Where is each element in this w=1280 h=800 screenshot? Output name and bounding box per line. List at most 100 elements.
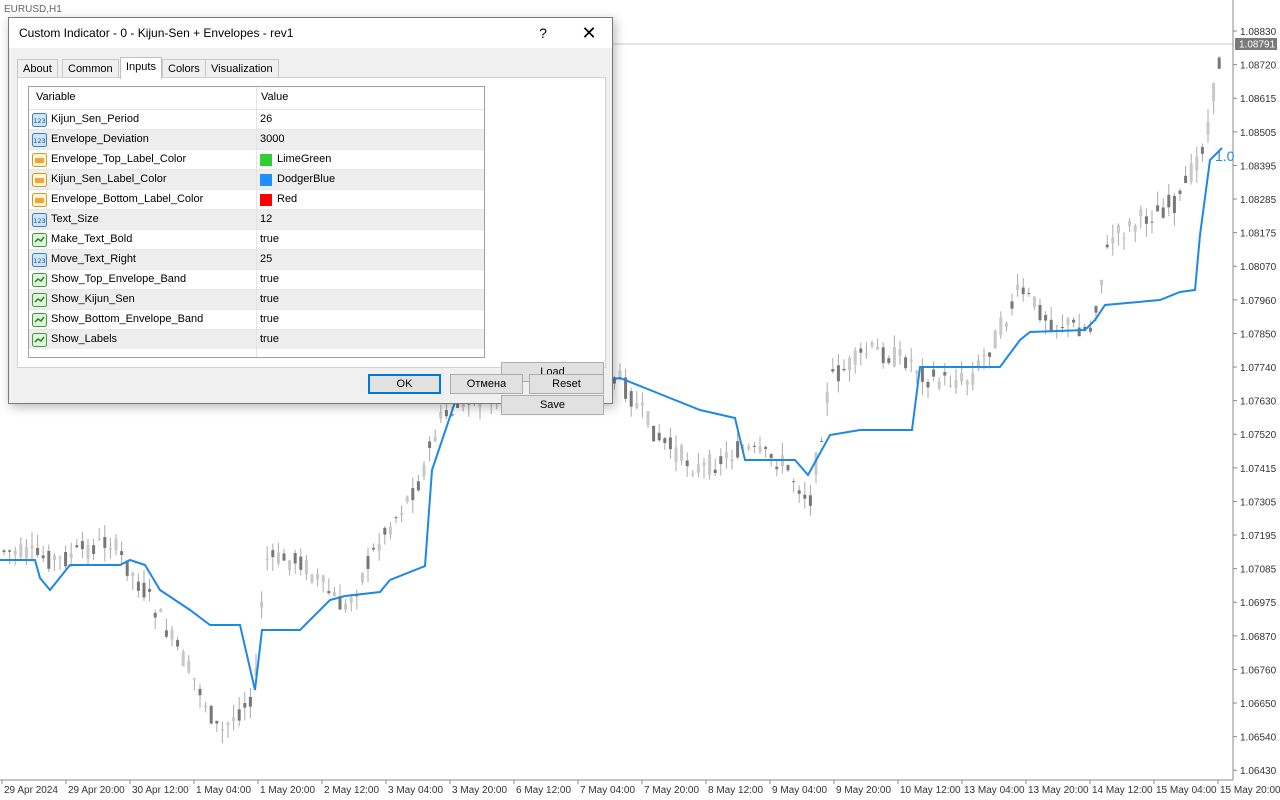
price-tick-label: 1.07740 xyxy=(1240,363,1277,374)
candle-body xyxy=(282,553,286,561)
candle-body xyxy=(1038,304,1042,321)
candle-body xyxy=(1021,287,1025,295)
candle-body xyxy=(383,527,387,535)
candle-body xyxy=(881,347,885,364)
variable-value[interactable]: true xyxy=(260,273,279,285)
candle-body xyxy=(13,550,17,555)
candle-body xyxy=(1195,156,1199,171)
variable-name: Kijun_Sen_Period xyxy=(51,113,140,125)
variable-name: Envelope_Deviation xyxy=(51,133,149,145)
tab-inputs[interactable]: Inputs xyxy=(120,57,162,79)
candle-body xyxy=(1111,237,1115,244)
tab-common[interactable]: Common xyxy=(62,59,119,79)
candle-body xyxy=(764,446,768,449)
variable-value[interactable]: 25 xyxy=(260,253,272,265)
time-tick-label: 29 Apr 2024 xyxy=(4,785,58,796)
variable-value[interactable]: DodgerBlue xyxy=(277,173,335,185)
candle-body xyxy=(1066,318,1070,325)
variable-value[interactable]: 12 xyxy=(260,213,272,225)
dialog-title-bar[interactable]: Custom Indicator - 0 - Kijun-Sen + Envel… xyxy=(9,18,612,48)
tab-colors[interactable]: Colors xyxy=(162,59,206,79)
close-button[interactable]: ✕ xyxy=(566,18,612,48)
cancel-button[interactable]: Отмена xyxy=(450,374,523,394)
price-tick-label: 1.06650 xyxy=(1240,699,1277,710)
save-button[interactable]: Save xyxy=(501,395,604,415)
candle-body xyxy=(86,544,90,559)
candle-body xyxy=(747,446,751,450)
column-separator[interactable] xyxy=(256,87,257,357)
inputs-panel: Variable Value 123 Kijun_Sen_Period 26 123 E… xyxy=(17,77,606,415)
int-icon: 123 xyxy=(32,213,47,227)
variable-value[interactable]: true xyxy=(260,313,279,325)
price-tick-label: 1.08070 xyxy=(1240,262,1277,273)
candle-body xyxy=(870,342,874,346)
candle-body xyxy=(680,445,684,461)
candle-body xyxy=(58,556,62,558)
candle-body xyxy=(332,592,336,597)
bool-icon xyxy=(32,233,47,247)
variable-value[interactable]: 3000 xyxy=(260,133,284,145)
time-tick-label: 15 May 04:00 xyxy=(1156,785,1217,796)
tab-about[interactable]: About xyxy=(17,59,58,79)
variable-value[interactable]: LimeGreen xyxy=(277,153,331,165)
candle-body xyxy=(1212,83,1216,102)
candle-body xyxy=(1044,315,1048,321)
variable-value[interactable]: true xyxy=(260,233,279,245)
variable-value[interactable]: Red xyxy=(277,193,297,205)
ok-button[interactable]: OK xyxy=(368,374,441,394)
candle-body xyxy=(293,553,297,564)
candle-body xyxy=(159,609,163,613)
right-edge-label: 1.0 xyxy=(1215,148,1235,164)
current-price-label: 1.08791 xyxy=(1239,40,1276,51)
candle-body xyxy=(808,495,812,506)
candle-body xyxy=(321,575,325,583)
candle-body xyxy=(876,346,880,350)
help-button[interactable]: ? xyxy=(520,18,566,48)
candle-body xyxy=(803,494,807,499)
candle-body xyxy=(41,555,45,559)
candle-body xyxy=(1184,175,1188,184)
svg-text:123: 123 xyxy=(33,137,45,145)
variable-value[interactable]: true xyxy=(260,333,279,345)
candle-body xyxy=(316,574,320,580)
variable-value[interactable]: true xyxy=(260,293,279,305)
candle-body xyxy=(444,410,448,417)
candle-body xyxy=(276,552,280,564)
candle-body xyxy=(232,717,236,722)
candle-body xyxy=(388,526,392,535)
time-tick-label: 8 May 12:00 xyxy=(708,785,763,796)
candle-body xyxy=(1139,209,1143,217)
svg-text:123: 123 xyxy=(33,217,45,225)
candle-body xyxy=(775,466,779,470)
candle-body xyxy=(1172,195,1176,213)
candle-body xyxy=(47,550,51,569)
candle-body xyxy=(265,558,269,561)
int-icon: 123 xyxy=(32,113,47,127)
price-tick-label: 1.07960 xyxy=(1240,296,1277,307)
color-icon xyxy=(32,173,47,187)
candle-body xyxy=(24,546,28,559)
candle-body xyxy=(349,597,353,603)
variable-name: Show_Top_Envelope_Band xyxy=(51,273,187,285)
variable-name: Kijun_Sen_Label_Color xyxy=(51,173,167,185)
candle-body xyxy=(1161,207,1165,218)
candle-body xyxy=(1105,244,1109,248)
candle-body xyxy=(344,603,348,610)
candle-body xyxy=(1144,216,1148,224)
candle-body xyxy=(30,545,34,549)
price-tick-label: 1.06975 xyxy=(1240,598,1277,609)
candle-body xyxy=(640,402,644,406)
variable-name: Move_Text_Right xyxy=(51,253,136,265)
price-tick-label: 1.08175 xyxy=(1240,229,1277,240)
candle-body xyxy=(1116,224,1120,233)
candle-body xyxy=(1032,296,1036,308)
variable-name: Show_Kijun_Sen xyxy=(51,293,135,305)
variable-value[interactable]: 26 xyxy=(260,113,272,125)
price-tick-label: 1.08285 xyxy=(1240,195,1277,206)
reset-button[interactable]: Reset xyxy=(529,374,604,394)
tab-visualization[interactable]: Visualization xyxy=(205,59,279,79)
candle-body xyxy=(248,696,252,707)
color-swatch xyxy=(260,174,272,186)
candle-body xyxy=(1156,205,1160,212)
candle-body xyxy=(730,459,734,462)
